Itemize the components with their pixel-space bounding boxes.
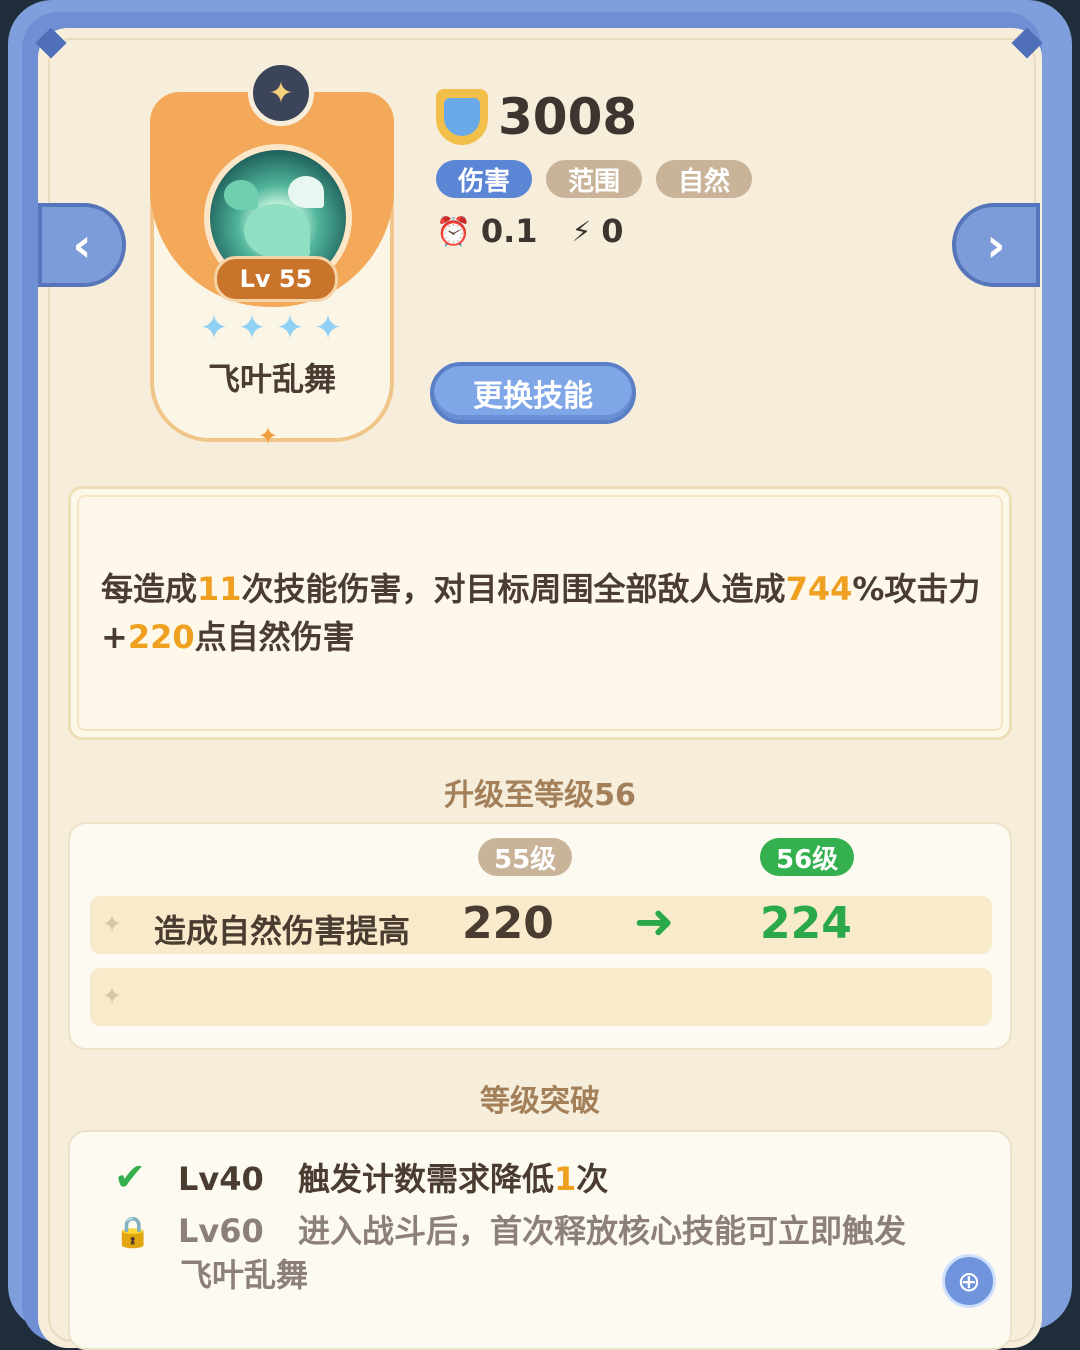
- star-icon: ✦: [313, 308, 343, 348]
- zoom-in-button[interactable]: ⊕: [942, 1254, 996, 1308]
- star-rating: ✦ ✦ ✦ ✦: [196, 310, 346, 346]
- next-level-badge: 56级: [760, 838, 855, 876]
- star-icon: ✦: [275, 308, 305, 348]
- leaf-icon: [288, 176, 324, 208]
- energy-value: 0: [601, 212, 624, 250]
- sparkle-icon: ✦: [102, 982, 123, 1010]
- skill-level-badge: Lv 55: [214, 256, 338, 302]
- energy-stat: ⚡ 0: [572, 212, 624, 250]
- shield-sword-icon: [436, 89, 488, 145]
- star-icon: ✦: [237, 308, 267, 348]
- sparkle-icon: ✦: [102, 910, 123, 938]
- next-skill-button[interactable]: ›: [952, 203, 1040, 287]
- element-badge-icon: ✦: [248, 60, 314, 126]
- chevron-left-icon: ‹: [72, 218, 92, 272]
- stat-label: 造成自然伤害提高: [154, 912, 411, 950]
- breakthrough-item-locked: 🔒 Lv60 进入战斗后，首次释放核心技能可立即触发: [114, 1212, 907, 1250]
- star-icon: ✦: [199, 308, 229, 348]
- leaf-icon: [244, 204, 310, 258]
- old-value: 220: [462, 898, 554, 949]
- magnifier-plus-icon: ⊕: [957, 1264, 981, 1298]
- skill-tags: 伤害 范围 自然: [436, 160, 753, 198]
- breakthrough-item-locked-line2: 飞叶乱舞: [180, 1256, 309, 1294]
- breakthrough-item: ✔ Lv40 触发计数需求降低1次: [114, 1155, 609, 1199]
- skill-stats: ⏰ 0.1 ⚡ 0: [436, 212, 624, 250]
- skill-card[interactable]: ✦ Lv 55 ✦ ✦ ✦ ✦ 飞叶乱舞 ✦: [150, 60, 394, 450]
- skill-name: 飞叶乱舞: [207, 360, 336, 398]
- upgrade-stat-row: ✦ 造成自然伤害提高 220 ➜ 224: [90, 894, 992, 954]
- chevron-right-icon: ›: [986, 218, 1006, 272]
- new-value: 224: [760, 898, 852, 949]
- upgrade-empty-row: ✦: [90, 968, 992, 1026]
- skill-description: 每造成11次技能伤害，对目标周围全部敌人造成744%攻击力+220点自然伤害: [101, 570, 981, 656]
- lock-icon: 🔒: [114, 1215, 152, 1250]
- tag-damage: 伤害: [436, 160, 533, 198]
- power-value: 3008: [498, 88, 638, 146]
- cooldown-stat: ⏰ 0.1: [436, 212, 538, 250]
- skill-power: 3008: [436, 88, 637, 146]
- skill-description-box: 每造成11次技能伤害，对目标周围全部敌人造成744%攻击力+220点自然伤害: [68, 486, 1012, 740]
- sparkle-icon: ✦: [258, 422, 279, 450]
- lightning-icon: ⚡: [571, 214, 592, 248]
- change-skill-button[interactable]: 更换技能: [430, 362, 636, 424]
- breakthrough-title: 等级突破: [480, 1084, 600, 1119]
- breakthrough-level: Lv40: [178, 1160, 264, 1198]
- prev-skill-button[interactable]: ‹: [38, 203, 126, 287]
- breakthrough-level: Lv60: [178, 1212, 264, 1250]
- leaf-icon: [224, 180, 258, 210]
- tag-range: 范围: [546, 160, 643, 198]
- cooldown-value: 0.1: [480, 212, 538, 250]
- arrow-right-icon: ➜: [634, 894, 675, 950]
- alarm-clock-icon: ⏰: [436, 214, 471, 248]
- breakthrough-panel: ✔ Lv40 触发计数需求降低1次 🔒 Lv60 进入战斗后，首次释放核心技能可立即触发…: [68, 1130, 1012, 1350]
- tag-nature: 自然: [656, 160, 753, 198]
- current-level-badge: 55级: [478, 838, 573, 876]
- upgrade-title: 升级至等级56: [444, 778, 636, 813]
- upgrade-panel: 55级 56级 ✦ 造成自然伤害提高 220 ➜ 224 ✦: [68, 822, 1012, 1050]
- checkmark-icon: ✔: [114, 1155, 146, 1199]
